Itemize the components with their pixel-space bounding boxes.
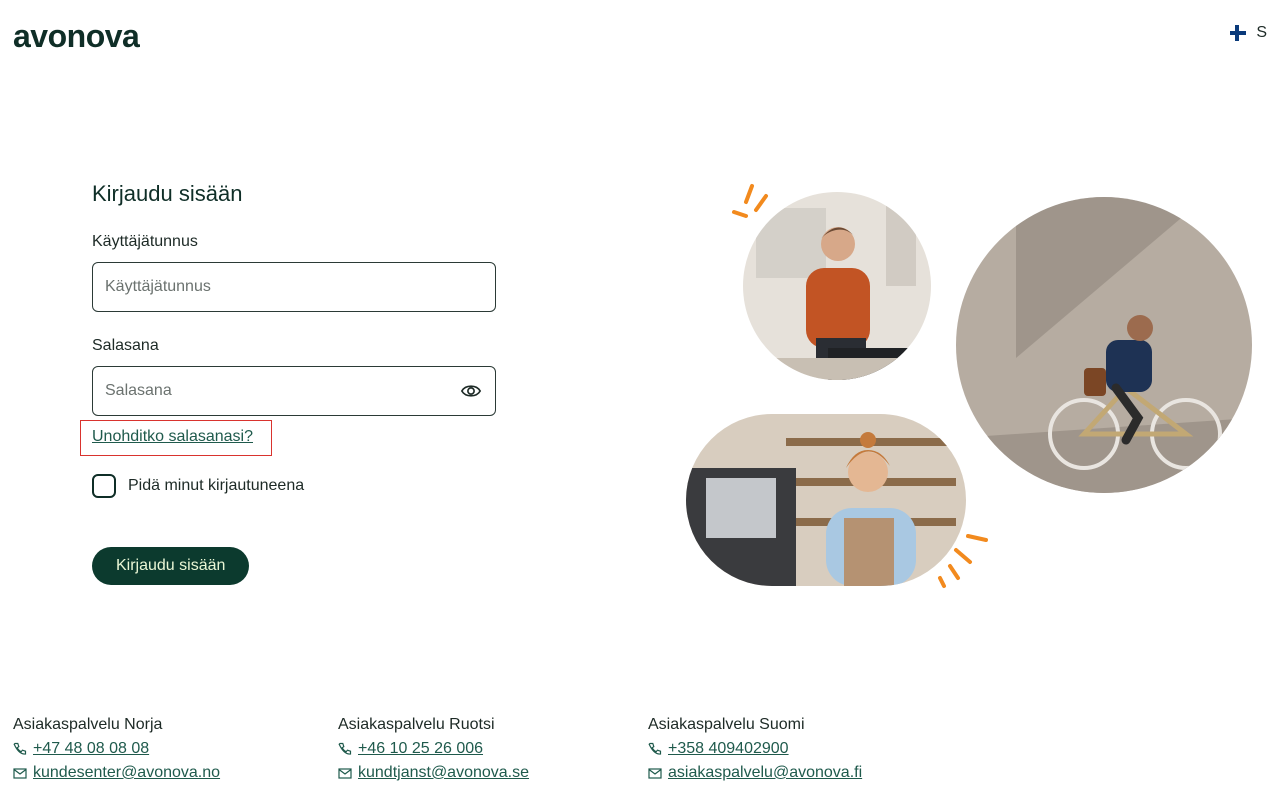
footer-email-link[interactable]: kundesenter@avonova.no [33,764,220,782]
mail-icon [13,768,27,779]
photo-man-bicycle [956,197,1252,493]
phone-icon [13,742,27,755]
photo-woman-office [743,192,931,380]
footer-phone-line: +358 409402900 [648,740,862,758]
phone-icon [648,742,662,755]
eye-icon[interactable] [460,381,482,401]
footer-title: Asiakaspalvelu Norja [13,716,163,733]
footer-phone-line: +46 10 25 26 006 [338,740,529,758]
language-selector[interactable]: S [1230,24,1267,42]
mail-icon [648,768,662,779]
password-field-wrap [92,366,496,416]
password-label: Salasana [92,337,159,354]
hero-illustration [686,184,1252,588]
footer: Asiakaspalvelu Norja +47 48 08 08 08 kun… [13,716,1253,796]
footer-email-link[interactable]: kundtjanst@avonova.se [358,764,529,782]
password-input[interactable] [92,366,496,416]
footer-col-norway: Asiakaspalvelu Norja +47 48 08 08 08 kun… [13,716,220,782]
forgot-password-link[interactable]: Unohditko salasanasi? [92,428,253,446]
language-label: S [1256,24,1267,41]
phone-icon [338,742,352,755]
footer-title: Asiakaspalvelu Suomi [648,716,805,733]
footer-phone-link[interactable]: +358 409402900 [668,740,789,758]
footer-email-link[interactable]: asiakaspalvelu@avonova.fi [668,764,862,782]
username-label: Käyttäjätunnus [92,233,198,250]
accent-dashes-top [732,184,768,218]
footer-phone-line: +47 48 08 08 08 [13,740,220,758]
footer-phone-link[interactable]: +46 10 25 26 006 [358,740,483,758]
remember-label: Pidä minut kirjautuneena [128,477,305,494]
footer-col-finland: Asiakaspalvelu Suomi +358 409402900 asia… [648,716,862,782]
username-field-wrap [92,262,496,312]
username-input[interactable] [92,262,496,312]
login-form: Kirjaudu sisään Käyttäjätunnus Salasana … [80,180,496,585]
avonova-logo[interactable]: avonova [13,16,140,56]
flag-icon [1230,25,1247,41]
footer-email-line: asiakaspalvelu@avonova.fi [648,764,862,782]
photo-barista [686,414,966,586]
remember-checkbox[interactable] [92,474,116,498]
login-button[interactable]: Kirjaudu sisään [92,547,250,585]
footer-phone-link[interactable]: +47 48 08 08 08 [33,740,149,758]
page-title: Kirjaudu sisään [92,181,243,206]
footer-email-line: kundesenter@avonova.no [13,764,220,782]
remember-me[interactable]: Pidä minut kirjautuneena [92,474,304,498]
footer-title: Asiakaspalvelu Ruotsi [338,716,495,733]
mail-icon [338,768,352,779]
footer-email-line: kundtjanst@avonova.se [338,764,529,782]
footer-col-sweden: Asiakaspalvelu Ruotsi +46 10 25 26 006 k… [338,716,529,782]
